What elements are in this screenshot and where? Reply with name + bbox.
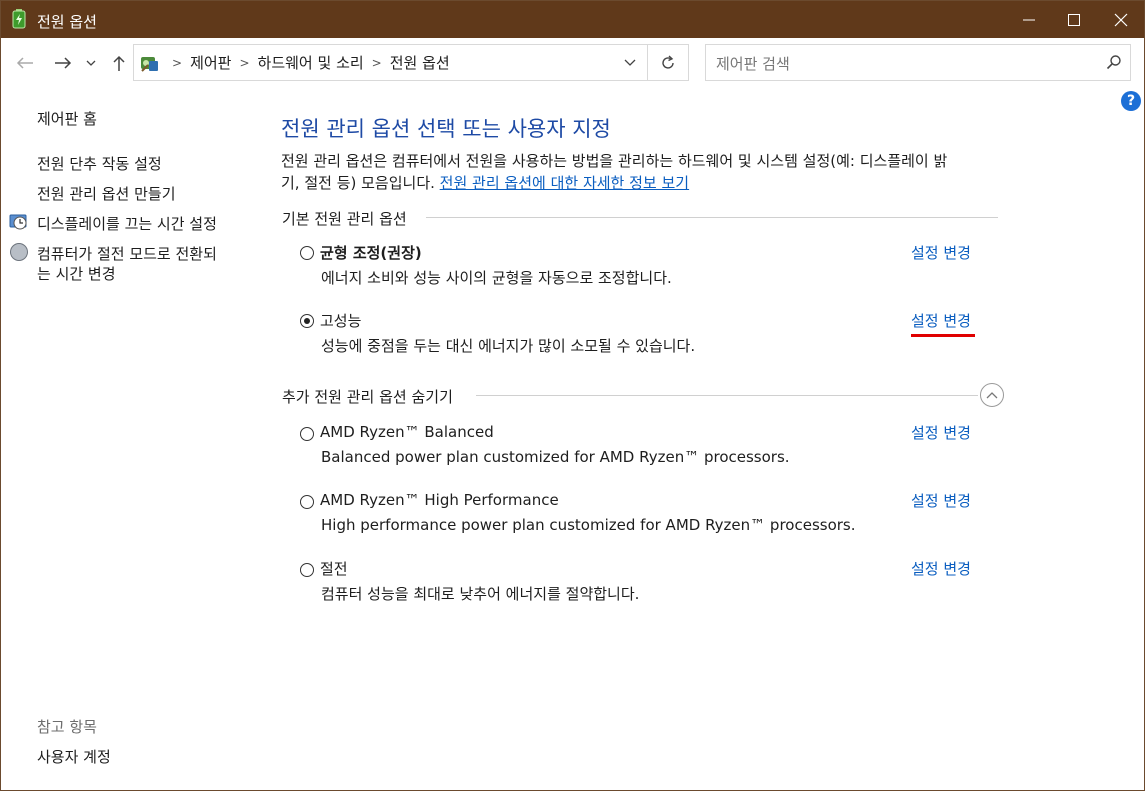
help-button[interactable]: ?	[1121, 91, 1141, 111]
change-settings-link[interactable]: 설정 변경	[911, 422, 971, 443]
close-button[interactable]	[1098, 1, 1144, 38]
back-arrow-icon	[16, 57, 33, 69]
forward-arrow-icon	[55, 57, 72, 69]
plan-name[interactable]: 균형 조정(권장)	[320, 242, 422, 263]
plan-description: High performance power plan customized f…	[321, 516, 856, 534]
address-dropdown-button[interactable]	[616, 45, 644, 80]
preferred-plans-heading: 기본 전원 관리 옵션	[282, 210, 407, 228]
maximize-button[interactable]	[1052, 1, 1096, 38]
change-settings-link[interactable]: 설정 변경	[911, 310, 971, 331]
breadcrumb-control-panel[interactable]: 제어판	[190, 52, 231, 73]
plan-name[interactable]: AMD Ryzen™ Balanced	[320, 423, 494, 441]
breadcrumb-power-options[interactable]: 전원 옵션	[390, 52, 450, 73]
chevron-up-icon	[986, 391, 998, 398]
minimize-icon	[1023, 19, 1035, 20]
page-title: 전원 관리 옵션 선택 또는 사용자 지정	[281, 117, 611, 141]
user-accounts-link[interactable]: 사용자 계정	[37, 746, 111, 767]
up-arrow-icon	[113, 55, 125, 71]
battery-icon	[12, 9, 26, 29]
plan-radio-balanced[interactable]	[300, 246, 314, 260]
power-plan-info-link[interactable]: 전원 관리 옵션에 대한 자세한 정보 보기	[440, 174, 689, 192]
create-power-plan-link[interactable]: 전원 관리 옵션 만들기	[37, 183, 176, 204]
display-off-time-link[interactable]: 디스플레이를 끄는 시간 설정	[37, 213, 217, 234]
up-button[interactable]	[108, 52, 130, 74]
plan-description: 에너지 소비와 성능 사이의 균형을 자동으로 조정합니다.	[321, 269, 672, 287]
search-input[interactable]	[706, 45, 1098, 82]
window-title: 전원 옵션	[37, 13, 97, 31]
plan-name[interactable]: 고성능	[320, 310, 361, 331]
page-description: 전원 관리 옵션은 컴퓨터에서 전원을 사용하는 방법을 관리하는 하드웨어 및…	[281, 150, 1011, 194]
section-divider	[476, 395, 978, 396]
additional-plans-heading[interactable]: 추가 전원 관리 옵션 숨기기	[282, 386, 453, 407]
plan-description: 성능에 중점을 두는 대신 에너지가 많이 소모될 수 있습니다.	[321, 337, 696, 355]
refresh-icon	[662, 54, 674, 69]
plan-radio-amd-high-performance[interactable]	[300, 495, 314, 509]
breadcrumb-separator: >	[371, 55, 382, 70]
chevron-down-icon	[624, 59, 636, 66]
description-line2: 기, 절전 등) 모음입니다.	[281, 174, 440, 192]
minimize-button[interactable]	[1006, 1, 1052, 38]
breadcrumb-separator: >	[239, 55, 250, 70]
sleep-time-link-line2[interactable]: 는 시간 변경	[37, 263, 116, 284]
navigation-bar: > 제어판 > 하드웨어 및 소리 > 전원 옵션	[1, 38, 1144, 86]
breadcrumb: > 제어판 > 하드웨어 및 소리 > 전원 옵션	[164, 45, 450, 80]
change-settings-link[interactable]: 설정 변경	[911, 558, 971, 579]
plan-radio-amd-balanced[interactable]	[300, 427, 314, 441]
chevron-down-icon	[86, 60, 96, 66]
plan-description: 컴퓨터 성능을 최대로 낮추어 에너지를 절약합니다.	[321, 585, 640, 603]
breadcrumb-hardware-sound[interactable]: 하드웨어 및 소리	[258, 52, 364, 73]
forward-button[interactable]	[52, 52, 74, 74]
plan-name[interactable]: 절전	[320, 558, 348, 579]
search-box[interactable]	[705, 44, 1131, 82]
description-line1: 전원 관리 옵션은 컴퓨터에서 전원을 사용하는 방법을 관리하는 하드웨어 및…	[281, 152, 948, 170]
plan-radio-high-performance[interactable]	[300, 314, 314, 328]
refresh-button[interactable]	[647, 45, 688, 80]
back-button[interactable]	[14, 52, 36, 74]
breadcrumb-separator: >	[172, 55, 183, 70]
control-panel-home-link[interactable]: 제어판 홈	[37, 108, 97, 129]
red-underline-annotation	[911, 334, 975, 337]
plan-radio-power-saver[interactable]	[300, 563, 314, 577]
plan-name[interactable]: AMD Ryzen™ High Performance	[320, 491, 559, 509]
recent-locations-button[interactable]	[83, 52, 99, 74]
section-divider	[426, 217, 998, 218]
control-panel-icon	[141, 57, 158, 72]
maximize-icon	[1068, 13, 1080, 26]
address-bar[interactable]: > 제어판 > 하드웨어 및 소리 > 전원 옵션	[133, 44, 689, 81]
display-clock-icon	[9, 214, 27, 230]
sleep-time-link-line1[interactable]: 컴퓨터가 절전 모드로 전환되	[37, 243, 217, 264]
collapse-button[interactable]	[980, 383, 1004, 407]
search-icon[interactable]	[1106, 54, 1122, 70]
title-bar: 전원 옵션	[1, 1, 1144, 38]
power-button-settings-link[interactable]: 전원 단추 작동 설정	[37, 153, 162, 174]
change-settings-link[interactable]: 설정 변경	[911, 490, 971, 511]
change-settings-link[interactable]: 설정 변경	[911, 242, 971, 263]
see-also-heading: 참고 항목	[37, 718, 97, 736]
close-icon	[1114, 13, 1128, 26]
moon-icon	[10, 243, 28, 261]
plan-description: Balanced power plan customized for AMD R…	[321, 448, 790, 466]
